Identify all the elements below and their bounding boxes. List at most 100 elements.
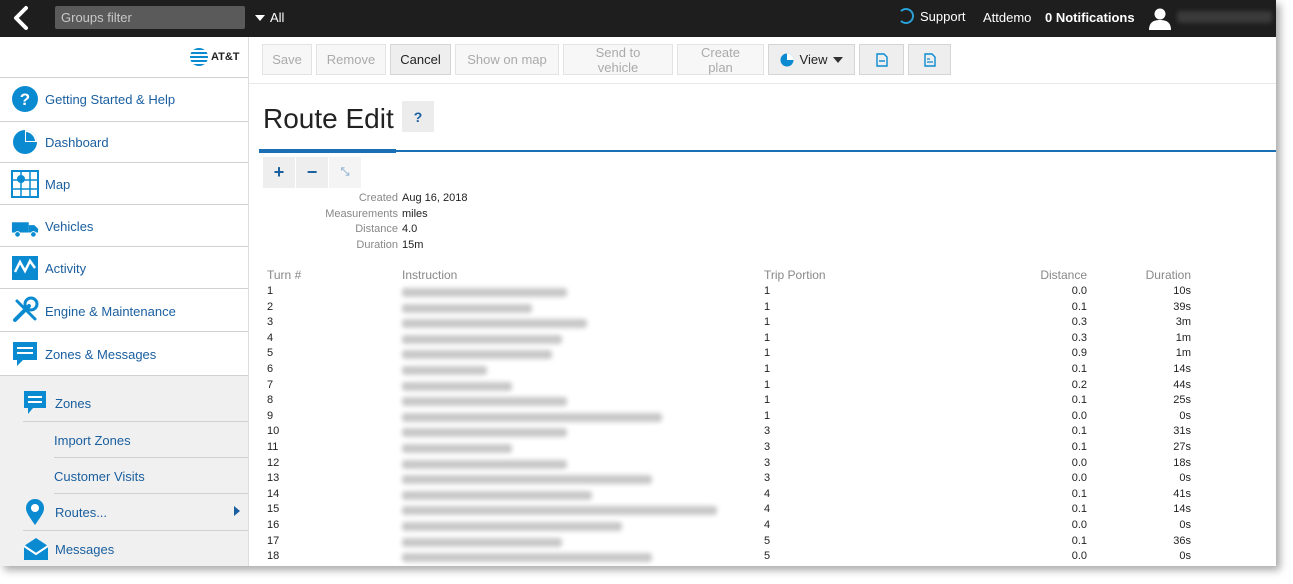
sidebar-item-vehicles[interactable]: Vehicles bbox=[0, 204, 248, 246]
summary-row: Distance 4.0 bbox=[300, 221, 467, 237]
support-icon bbox=[898, 8, 914, 24]
duration-cell: 1m bbox=[1175, 347, 1191, 360]
sidebar-item-dashboard[interactable]: Dashboard bbox=[0, 121, 248, 162]
export-pdf-button[interactable] bbox=[859, 44, 904, 75]
toolbar-divider bbox=[249, 83, 1276, 84]
account-name[interactable]: Attdemo bbox=[983, 10, 1031, 25]
turn-cell: 16 bbox=[267, 519, 280, 531]
table-row[interactable]: 5 1 0.9 1m bbox=[0, 346, 1276, 362]
table-row[interactable]: 12 3 0.0 18s bbox=[0, 456, 1276, 472]
sidebar-item-getting-started[interactable]: ? Getting Started & Help bbox=[0, 77, 248, 120]
create-plan-button[interactable]: Create plan bbox=[677, 44, 764, 75]
table-row[interactable]: 6 1 0.1 14s bbox=[0, 362, 1276, 378]
table-row[interactable]: 14 4 0.1 41s bbox=[0, 487, 1276, 503]
zoom-out-button[interactable]: − bbox=[296, 157, 328, 188]
save-button[interactable]: Save bbox=[262, 44, 312, 75]
instruction-cell-redacted bbox=[402, 522, 622, 531]
caret-down-icon bbox=[833, 56, 844, 63]
distance-cell: 0.0 bbox=[1071, 456, 1087, 469]
distance-cell: 0.1 bbox=[1071, 300, 1087, 313]
user-name-redacted[interactable] bbox=[1177, 11, 1272, 23]
table-row[interactable]: 11 3 0.1 27s bbox=[0, 440, 1276, 456]
route-summary: Created Aug 16, 2018 Measurements miles Di… bbox=[300, 190, 467, 253]
column-header-instruction: Instruction bbox=[402, 268, 458, 282]
summary-key: Created bbox=[358, 191, 398, 204]
instruction-cell-redacted bbox=[402, 412, 662, 422]
instruction-cell-redacted bbox=[402, 553, 652, 563]
trip-portion-cell: 1 bbox=[764, 285, 771, 297]
export-file-button[interactable] bbox=[908, 44, 951, 75]
groups-filter-input[interactable] bbox=[55, 6, 245, 29]
duration-cell: 36s bbox=[1173, 534, 1191, 547]
group-dropdown[interactable]: All bbox=[255, 10, 284, 25]
instruction-cell-redacted bbox=[402, 334, 562, 344]
help-button[interactable]: ? bbox=[402, 101, 434, 132]
user-icon[interactable] bbox=[1148, 6, 1172, 30]
distance-cell: 0.1 bbox=[1071, 487, 1087, 500]
view-dropdown-button[interactable]: View bbox=[768, 44, 855, 75]
duration-cell: 25s bbox=[1173, 394, 1191, 407]
table-row[interactable]: 9 1 0.0 0s bbox=[0, 409, 1276, 425]
duration-cell: 3m bbox=[1175, 316, 1191, 329]
table-row[interactable]: 8 1 0.1 25s bbox=[0, 393, 1276, 409]
table-row[interactable]: 2 1 0.1 39s bbox=[0, 300, 1276, 316]
column-header-distance: Distance bbox=[1040, 268, 1087, 282]
turn-cell: 10 bbox=[267, 425, 280, 438]
summary-row: Measurements miles bbox=[300, 206, 467, 222]
send-to-vehicle-button[interactable]: Send to vehicle bbox=[563, 44, 673, 75]
column-header-turn: Turn # bbox=[267, 268, 302, 282]
collapse-button[interactable]: ⤡ bbox=[329, 157, 361, 188]
trip-portion-cell: 1 bbox=[764, 300, 771, 313]
sidebar-item-label: Vehicles bbox=[45, 219, 94, 234]
table-row[interactable]: 3 1 0.3 3m bbox=[0, 315, 1276, 331]
trip-portion-cell: 1 bbox=[764, 409, 771, 422]
view-label: View bbox=[799, 52, 828, 67]
app-window: All Support Attdemo 0 Notifications AT&T… bbox=[0, 0, 1276, 566]
table-row[interactable]: 4 1 0.3 1m bbox=[0, 331, 1276, 347]
duration-cell: 1m bbox=[1175, 331, 1191, 344]
sidebar-item-map[interactable]: Map bbox=[0, 162, 248, 204]
brand-logo-text: AT&T bbox=[211, 51, 240, 63]
show-on-map-button[interactable]: Show on map bbox=[455, 44, 559, 75]
duration-cell: 44s bbox=[1173, 378, 1191, 391]
zoom-in-button[interactable]: + bbox=[263, 157, 295, 188]
instruction-cell-redacted bbox=[402, 381, 512, 391]
distance-cell: 0.1 bbox=[1071, 394, 1087, 407]
table-row[interactable]: 17 5 0.1 36s bbox=[0, 534, 1276, 550]
back-arrow-icon[interactable] bbox=[10, 5, 34, 31]
top-bar: All Support Attdemo 0 Notifications bbox=[0, 0, 1276, 37]
trip-portion-cell: 3 bbox=[764, 456, 771, 469]
notifications-link[interactable]: 0 Notifications bbox=[1045, 10, 1135, 25]
trip-portion-cell: 1 bbox=[764, 331, 771, 344]
duration-cell: 14s bbox=[1173, 363, 1191, 375]
table-row[interactable]: 15 4 0.1 14s bbox=[0, 502, 1276, 518]
table-row[interactable]: 16 4 0.0 0s bbox=[0, 518, 1276, 534]
turn-cell: 13 bbox=[267, 472, 280, 485]
pie-chart-icon bbox=[11, 128, 39, 156]
title-underline bbox=[259, 150, 1276, 152]
summary-value: 15m bbox=[402, 238, 424, 251]
distance-cell: 0.0 bbox=[1071, 472, 1087, 485]
table-row[interactable]: 7 1 0.2 44s bbox=[0, 378, 1276, 394]
turn-cell: 14 bbox=[267, 487, 280, 500]
column-header-duration: Duration bbox=[1145, 268, 1191, 282]
collapse-icon: ⤡ bbox=[340, 166, 350, 178]
trip-portion-cell: 1 bbox=[764, 347, 771, 360]
table-row[interactable]: 1 1 0.0 10s bbox=[0, 284, 1276, 300]
trip-portion-cell: 3 bbox=[764, 472, 771, 485]
remove-button[interactable]: Remove bbox=[316, 44, 386, 75]
truck-icon bbox=[11, 212, 39, 240]
table-row[interactable]: 10 3 0.1 31s bbox=[0, 424, 1276, 440]
caret-down-icon bbox=[255, 14, 265, 21]
sidebar-item-activity[interactable]: Activity bbox=[0, 246, 248, 288]
trip-portion-cell: 5 bbox=[764, 534, 771, 547]
support-label: Support bbox=[920, 8, 966, 24]
summary-value: miles bbox=[402, 207, 428, 220]
cancel-button[interactable]: Cancel bbox=[390, 44, 451, 75]
activity-icon bbox=[11, 254, 39, 282]
support-link[interactable]: Support bbox=[898, 8, 966, 24]
table-row[interactable]: 18 5 0.0 0s bbox=[0, 549, 1276, 565]
sidebar-item-label: Getting Started & Help bbox=[45, 92, 176, 107]
instruction-cell-redacted bbox=[402, 490, 592, 500]
table-row[interactable]: 13 3 0.0 0s bbox=[0, 471, 1276, 487]
